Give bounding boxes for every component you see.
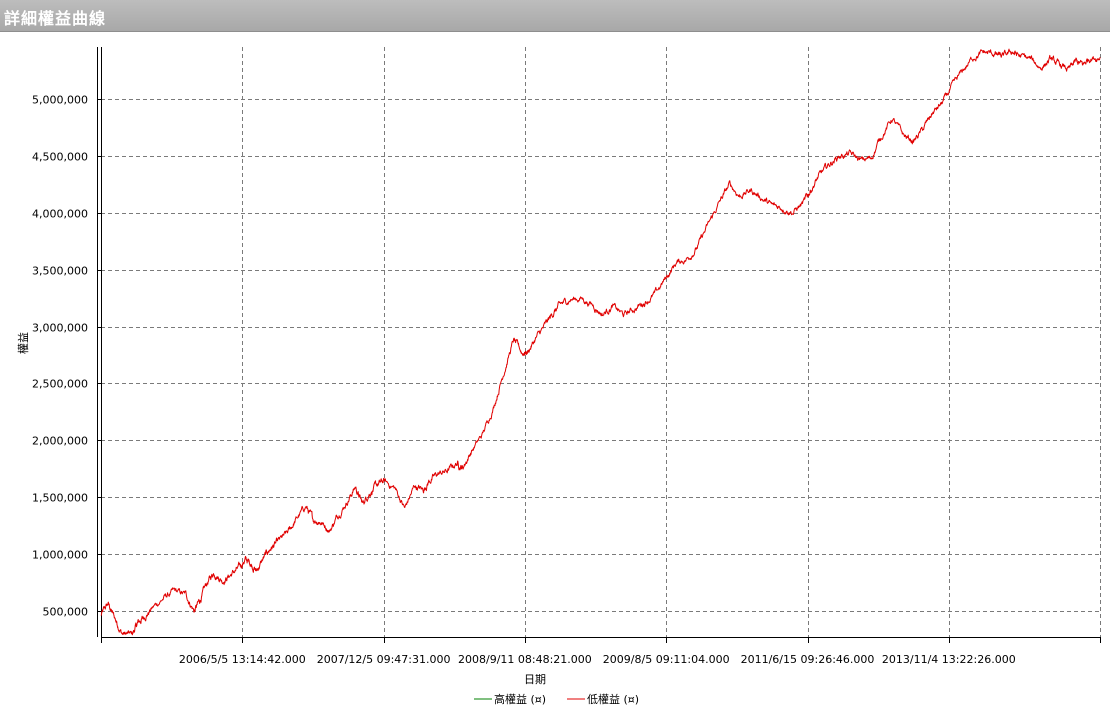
y-tick-label: 4,500,000 xyxy=(32,151,88,164)
x-tick-label: 2011/6/15 09:26:46.000 xyxy=(741,653,875,666)
y-tick-label: 2,500,000 xyxy=(32,378,88,391)
y-tick-label: 500,000 xyxy=(43,606,89,619)
y-tick-label: 1,500,000 xyxy=(32,492,88,505)
x-tick-label: 2013/11/4 13:22:26.000 xyxy=(882,653,1016,666)
legend-label-low: 低權益 (¤) xyxy=(587,692,639,706)
x-tick-label: 2007/12/5 09:47:31.000 xyxy=(317,653,451,666)
x-tick-label: 2009/8/5 09:11:04.000 xyxy=(603,653,730,666)
equity-series-line xyxy=(100,48,1101,636)
y-tick-labels: 500,000 1,000,000 1,500,000 2,000,000 2,500,… xyxy=(32,94,88,619)
x-tick-label: 2006/5/5 13:14:42.000 xyxy=(179,653,306,666)
y-tick-label: 3,000,000 xyxy=(32,322,88,335)
legend: 高權益 (¤) 低權益 (¤) xyxy=(474,692,639,706)
legend-label-high: 高權益 (¤) xyxy=(494,692,546,706)
series-layer xyxy=(100,48,1101,636)
y-axis-title: 權益 xyxy=(16,332,30,354)
x-tick-labels: 2006/5/5 13:14:42.000 2007/12/5 09:47:31.… xyxy=(179,653,1016,666)
y-tick-label: 1,000,000 xyxy=(32,549,88,562)
equity-line-chart: 500,000 1,000,000 1,500,000 2,000,000 2,500,… xyxy=(16,47,1101,706)
grid-lines xyxy=(101,47,1101,637)
y-tick-label: 4,000,000 xyxy=(32,208,88,221)
x-tick-label: 2008/9/11 08:48:21.000 xyxy=(458,653,592,666)
title-bar: 詳細權益曲線 xyxy=(0,0,1110,32)
y-tick-label: 5,000,000 xyxy=(32,94,88,107)
x-axis-title: 日期 xyxy=(524,673,546,686)
y-tick-label: 3,500,000 xyxy=(32,265,88,278)
window-title: 詳細權益曲線 xyxy=(4,9,107,28)
equity-curve-window: 詳細權益曲線 500,000 1,000,000 1,500,000 2,000,00… xyxy=(0,0,1110,714)
y-tick-label: 2,000,000 xyxy=(32,435,88,448)
